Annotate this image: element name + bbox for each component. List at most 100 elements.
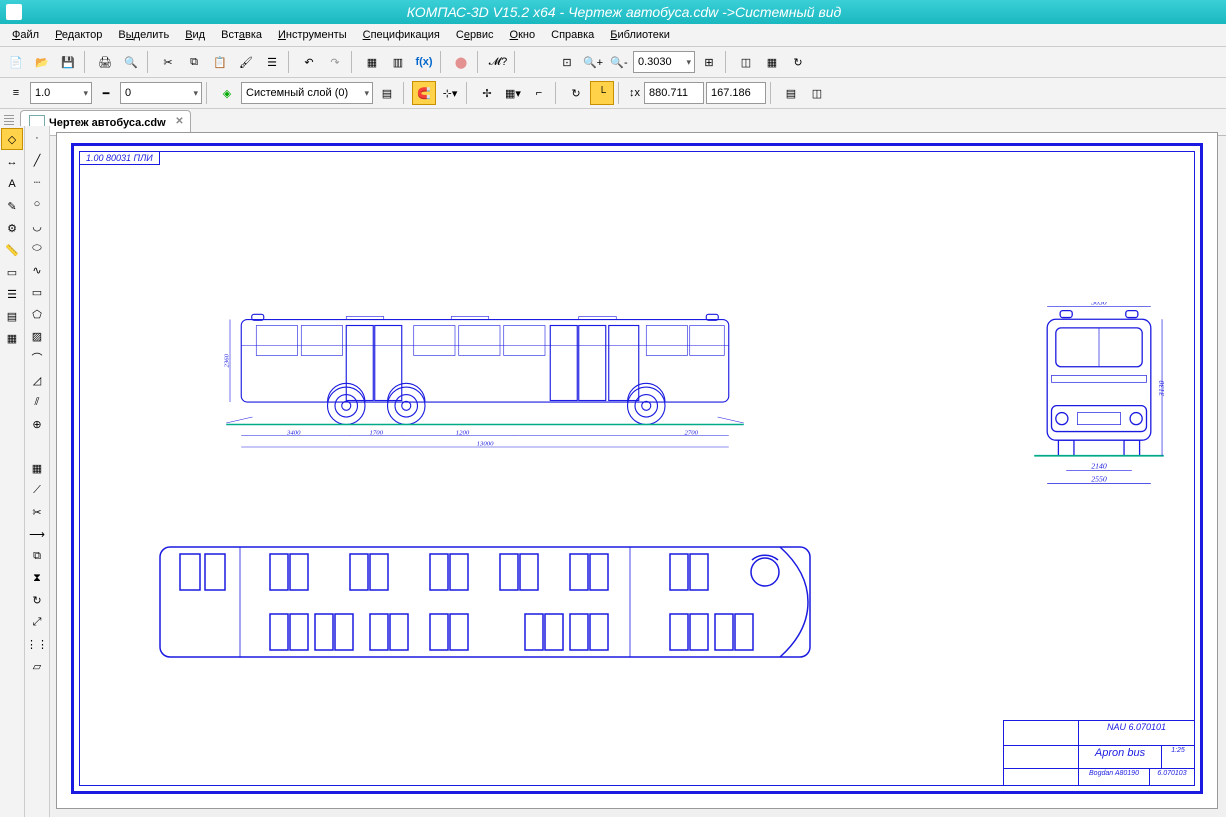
new-button[interactable]: 📄 (4, 50, 28, 74)
svg-text:1200: 1200 (456, 429, 470, 436)
library-button[interactable]: ▥ (386, 50, 410, 74)
orient-button[interactable]: ◫ (734, 50, 758, 74)
preview-button[interactable]: 🔍 (119, 50, 143, 74)
select-tool[interactable]: ▭ (2, 262, 22, 282)
refresh-button[interactable]: ↻ (786, 50, 810, 74)
paste-button[interactable]: 📋 (208, 50, 232, 74)
copy-tool[interactable]: ⧉ (27, 546, 47, 566)
brush-button[interactable]: 🖌 (234, 50, 258, 74)
ellipse-tool[interactable]: ⬭ (27, 238, 47, 258)
menu-insert[interactable]: Вставка (213, 26, 270, 44)
scale-tool[interactable]: ⤢ (27, 612, 47, 632)
geometry-tool[interactable]: ◇ (1, 128, 23, 150)
zoom-out-button[interactable]: 🔍- (607, 50, 631, 74)
svg-text:2700: 2700 (685, 429, 699, 436)
help-button[interactable]: 𝓜? (486, 50, 510, 74)
param-button[interactable]: ◫ (805, 81, 829, 105)
ortho-button[interactable]: ⌐ (527, 81, 551, 105)
menu-service[interactable]: Сервис (448, 26, 502, 44)
linestyle-button[interactable]: ≡ (4, 81, 28, 105)
round-button[interactable]: ↻ (564, 81, 588, 105)
array-tool[interactable]: ⋮⋮ (27, 634, 47, 654)
constraints-button[interactable]: ▤ (779, 81, 803, 105)
dims-tool[interactable]: ↔ (2, 152, 22, 172)
rect-tool[interactable]: ▭ (27, 282, 47, 302)
hatch-tool[interactable]: ▨ (27, 326, 47, 346)
y-coord-input[interactable]: 167.186 (706, 82, 766, 104)
undo-button[interactable]: ↶ (297, 50, 321, 74)
mirror-tool[interactable]: ⧗ (27, 568, 47, 588)
window-title: КОМПАС-3D V15.2 x64 - Чертеж автобуса.cd… (407, 4, 842, 20)
reports-tool[interactable]: ▤ (2, 306, 22, 326)
layer-manager-button[interactable]: ▤ (375, 81, 399, 105)
orient2-button[interactable]: ▦ (760, 50, 784, 74)
copy-button[interactable]: ⧉ (182, 50, 206, 74)
offset-tool[interactable]: ⫽ (27, 392, 47, 412)
menu-tools[interactable]: Инструменты (270, 26, 355, 44)
sheet-border: 1.00 80031 ПЛИ (71, 143, 1203, 794)
svg-text:3030: 3030 (1090, 302, 1107, 307)
menu-select[interactable]: Выделить (110, 26, 177, 44)
measure-tool[interactable]: 📏 (2, 240, 22, 260)
snap-settings-button[interactable]: ⊹▾ (438, 81, 462, 105)
properties-button[interactable]: ☰ (260, 50, 284, 74)
line-tool[interactable]: ╱ (27, 150, 47, 170)
save-button[interactable]: 💾 (56, 50, 80, 74)
layer-button[interactable]: ◈ (215, 81, 239, 105)
redo-button[interactable]: ↷ (323, 50, 347, 74)
svg-text:2140: 2140 (1091, 462, 1107, 471)
collect-tool[interactable]: ⊕ (27, 414, 47, 434)
menu-view[interactable]: Вид (177, 26, 213, 44)
spec-tool[interactable]: ☰ (2, 284, 22, 304)
coords-button[interactable]: ✢ (475, 81, 499, 105)
zoom-window-button[interactable]: ⊡ (555, 50, 579, 74)
zoom-combo[interactable]: 0.3030 (633, 51, 695, 73)
chamfer-tool[interactable]: ◿ (27, 370, 47, 390)
circle-tool[interactable]: ○ (27, 194, 47, 214)
insert-tool[interactable]: ▦ (2, 328, 22, 348)
snap-button[interactable]: 🧲 (412, 81, 436, 105)
arc-tool[interactable]: ◡ (27, 216, 47, 236)
layer-combo[interactable]: Системный слой (0) (241, 82, 373, 104)
linestyle-combo[interactable]: 0 (120, 82, 202, 104)
extend-tool[interactable]: ⟶ (27, 524, 47, 544)
svg-text:3130: 3130 (1157, 380, 1166, 397)
x-coord-input[interactable]: 880.711 (644, 82, 704, 104)
variables-button[interactable]: f(x) (412, 50, 436, 74)
lineweight-combo[interactable]: 1.0 (30, 82, 92, 104)
stop-button[interactable]: ⬤ (449, 50, 473, 74)
menu-help[interactable]: Справка (543, 26, 602, 44)
break-tool[interactable]: ⟋ (27, 480, 47, 500)
drawing-canvas[interactable]: 1.00 80031 ПЛИ (56, 132, 1218, 809)
local-cs-button[interactable]: └ (590, 81, 614, 105)
manager-button[interactable]: ▦ (360, 50, 384, 74)
linetype-button[interactable]: ━ (94, 81, 118, 105)
rotate-tool[interactable]: ↻ (27, 590, 47, 610)
param-tool[interactable]: ⚙ (2, 218, 22, 238)
menu-file[interactable]: ФФайлайл (4, 26, 47, 44)
bus-side-view: 3400 1700 1200 2700 13000 2360 (140, 312, 830, 462)
menu-spec[interactable]: Спецификация (355, 26, 448, 44)
polygon-tool[interactable]: ⬠ (27, 304, 47, 324)
menu-editor[interactable]: Редактор (47, 26, 110, 44)
edit-tool[interactable]: ✎ (2, 196, 22, 216)
text-tool[interactable]: A (2, 174, 22, 194)
print-button[interactable]: 🖨 (93, 50, 117, 74)
spline-tool[interactable]: ∿ (27, 260, 47, 280)
bus-top-view (140, 542, 830, 662)
zoom-fit-button[interactable]: ⊞ (697, 50, 721, 74)
deform-tool[interactable]: ▱ (27, 656, 47, 676)
point-tool[interactable]: · (27, 128, 47, 148)
fillet-tool[interactable]: ⌒ (27, 348, 47, 368)
open-button[interactable]: 📂 (30, 50, 54, 74)
grid-button[interactable]: ▦▾ (501, 81, 525, 105)
menu-window[interactable]: Окно (502, 26, 544, 44)
menubar: ФФайлайл Редактор Выделить Вид Вставка И… (0, 24, 1226, 47)
aux-line-tool[interactable]: ┈ (27, 172, 47, 192)
table-tool[interactable]: ▦ (27, 458, 47, 478)
cut-button[interactable]: ✂ (156, 50, 180, 74)
bus-front-view: 3030 3130 2140 2550 (1024, 302, 1174, 492)
trim-tool[interactable]: ✂ (27, 502, 47, 522)
menu-libs[interactable]: Библиотеки (602, 26, 678, 44)
zoom-in-button[interactable]: 🔍+ (581, 50, 605, 74)
